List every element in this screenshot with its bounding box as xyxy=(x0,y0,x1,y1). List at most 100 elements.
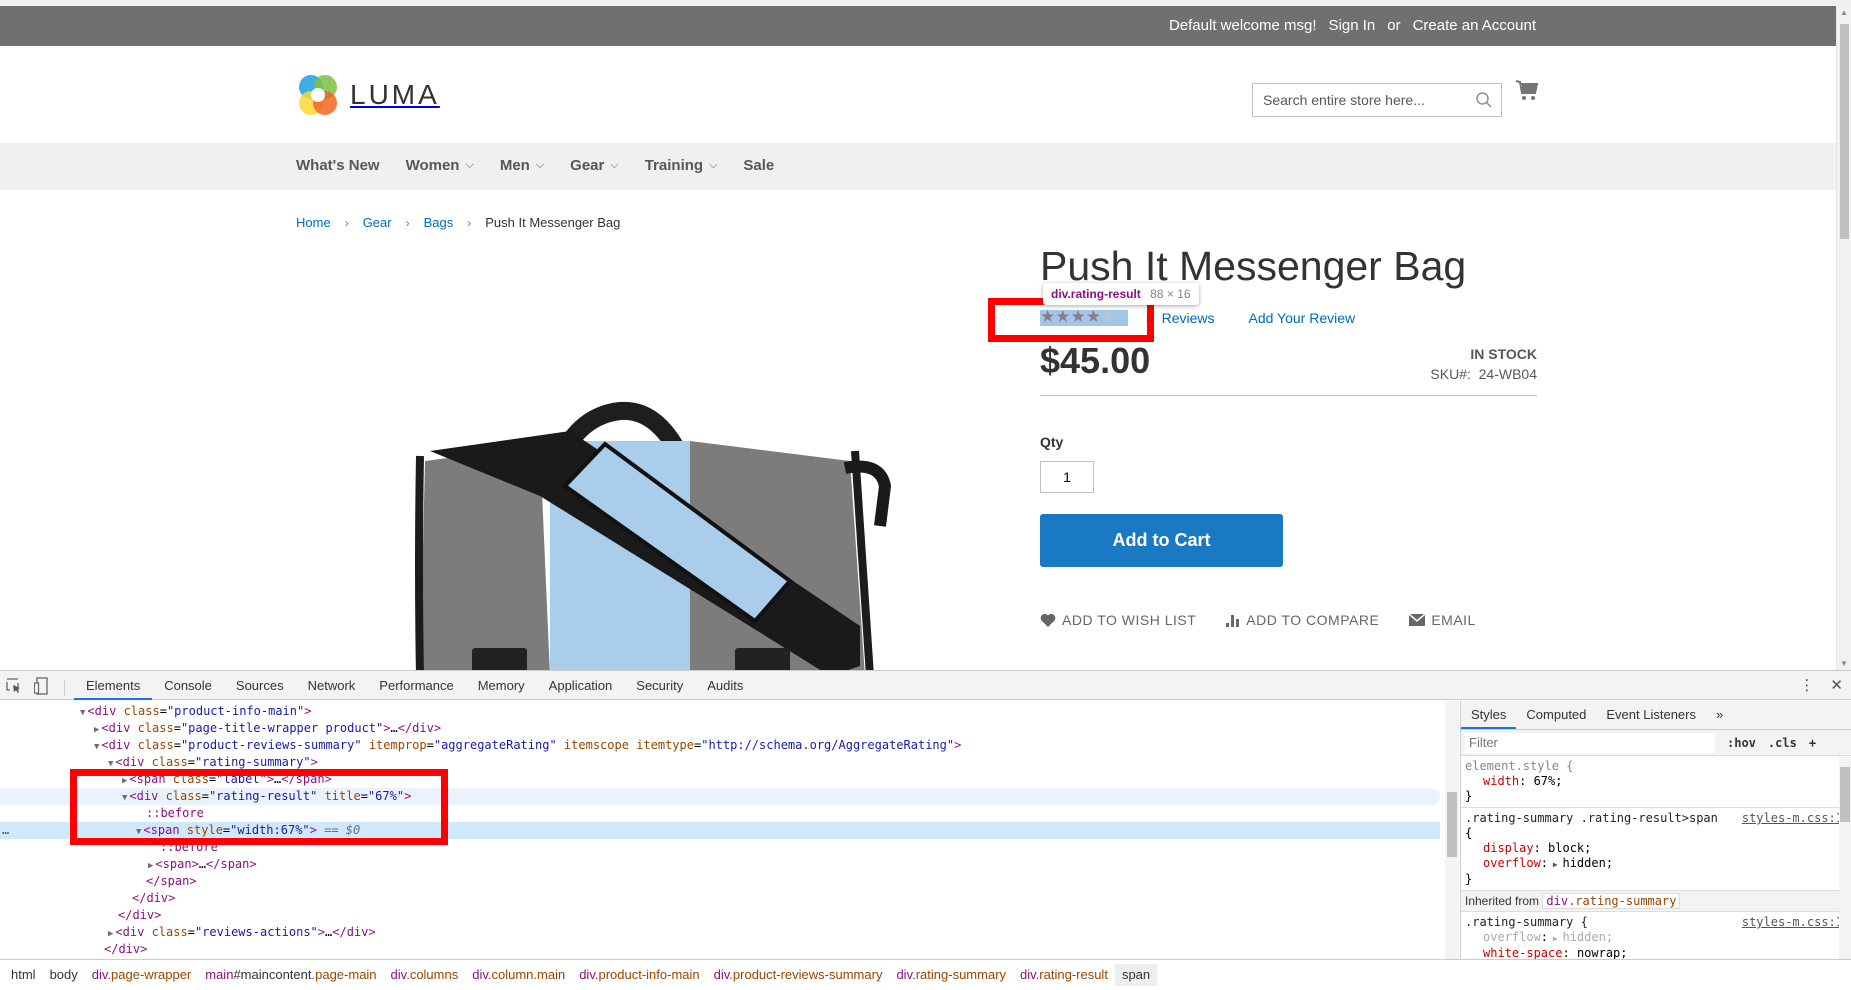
style-property[interactable]: width: 67%; xyxy=(1465,774,1847,789)
reviews-link[interactable]: 3 Reviews xyxy=(1146,310,1214,326)
styles-pane: StylesComputedEvent Listeners» :hov .cls… xyxy=(1460,701,1851,959)
dom-breadcrumb-item[interactable]: div.column.main xyxy=(465,964,572,986)
styles-tab-event-listeners[interactable]: Event Listeners xyxy=(1596,701,1706,729)
styles-scrollbar-thumb[interactable] xyxy=(1840,767,1850,822)
dom-node-reviews-actions[interactable]: ▶ <div class="reviews-actions">…</div> xyxy=(0,924,1440,941)
divider xyxy=(1040,395,1537,396)
elements-scrollbar-thumb[interactable] xyxy=(1447,792,1457,857)
dom-node-rating-result[interactable]: ▼ <div class="rating-result" title="67%"> xyxy=(0,788,1440,805)
breadcrumb-home[interactable]: Home xyxy=(296,215,331,230)
class-toggle[interactable]: .cls xyxy=(1768,736,1797,750)
site-header: LUMA xyxy=(0,46,1836,143)
dom-node-label-span[interactable]: ▶ <span class="label">…</span> xyxy=(0,771,1440,788)
search-icon[interactable] xyxy=(1475,91,1493,114)
search-input[interactable] xyxy=(1253,84,1463,116)
dom-node-inner-span[interactable]: ▶ <span>…</span> xyxy=(0,856,1440,873)
dom-node-close-span: </span> xyxy=(146,874,197,888)
dom-node-page-title-wrapper[interactable]: ▶ <div class="page-title-wrapper product"… xyxy=(0,720,1440,737)
devtools-tab-sources[interactable]: Sources xyxy=(224,671,296,700)
messenger-bag-image xyxy=(415,401,892,670)
inspect-element-icon[interactable] xyxy=(6,678,22,698)
page-scrollbar-thumb[interactable] xyxy=(1840,24,1849,239)
qty-input[interactable] xyxy=(1040,461,1094,493)
devtools-tab-performance[interactable]: Performance xyxy=(367,671,465,700)
add-to-cart-button[interactable]: Add to Cart xyxy=(1040,514,1283,567)
devtools-tab-application[interactable]: Application xyxy=(537,671,625,700)
close-devtools-icon[interactable]: ✕ xyxy=(1830,676,1843,694)
add-to-compare-link[interactable]: ADD TO COMPARE xyxy=(1226,612,1379,628)
dom-breadcrumb-item[interactable]: div.columns xyxy=(384,964,466,986)
nav-item-women[interactable]: Women ⌵ xyxy=(406,157,474,174)
product-image[interactable] xyxy=(390,236,930,670)
styles-filter-input[interactable] xyxy=(1465,732,1715,753)
reviews-actions: 3 Reviews Add Your Review xyxy=(1146,310,1355,326)
dom-node-product-info-main[interactable]: ▼ <div class="product-info-main"> xyxy=(0,703,1440,720)
more-tabs-icon[interactable]: » xyxy=(1706,701,1733,729)
dom-breadcrumb-item[interactable]: div.product-reviews-summary xyxy=(707,964,890,986)
stylesheet-link[interactable]: styles-m.css:1 xyxy=(1742,811,1843,826)
dom-breadcrumb-item[interactable]: div.rating-summary xyxy=(889,964,1013,986)
cart-icon[interactable] xyxy=(1515,79,1539,108)
inherited-node-link[interactable]: div.rating-summary xyxy=(1542,893,1681,909)
style-property-overridden[interactable]: overflow: ▶ hidden; xyxy=(1465,930,1847,946)
dom-node-selected-span[interactable]: … ▼ <span style="width:67%"> == $0 xyxy=(0,822,1440,839)
chevron-right-icon: › xyxy=(467,215,472,230)
devtools-tab-console[interactable]: Console xyxy=(152,671,224,700)
dom-breadcrumb-item[interactable]: html xyxy=(4,964,43,986)
nav-item-sale[interactable]: Sale xyxy=(743,157,774,174)
scroll-down-icon[interactable]: ▼ xyxy=(1840,659,1848,668)
devtools-tab-elements[interactable]: Elements xyxy=(74,671,153,700)
hover-state-toggle[interactable]: :hov xyxy=(1727,736,1756,750)
dom-node-before-pseudo[interactable]: ::before xyxy=(0,805,1440,822)
dom-breadcrumb-item[interactable]: div.page-wrapper xyxy=(85,964,198,986)
page-scrollbar[interactable]: ▲ ▼ xyxy=(1836,6,1851,670)
nav-item-gear[interactable]: Gear ⌵ xyxy=(570,157,619,174)
devtools-tab-audits[interactable]: Audits xyxy=(695,671,755,700)
style-property[interactable]: overflow: ▶ hidden; xyxy=(1465,856,1847,872)
dom-breadcrumb-item[interactable]: body xyxy=(43,964,85,986)
email-link[interactable]: EMAIL xyxy=(1409,612,1476,628)
devtools-tab-security[interactable]: Security xyxy=(624,671,695,700)
more-options-icon[interactable]: ⋮ xyxy=(1799,676,1814,694)
nav-item-men[interactable]: Men ⌵ xyxy=(500,157,544,174)
stylesheet-link[interactable]: styles-m.css:1 xyxy=(1742,915,1843,930)
devtools-tab-network[interactable]: Network xyxy=(296,671,368,700)
add-review-link[interactable]: Add Your Review xyxy=(1248,310,1355,326)
tooltip-selector: div.rating-result xyxy=(1051,287,1141,301)
style-property[interactable]: display: block; xyxy=(1465,841,1847,856)
heart-icon xyxy=(1040,613,1056,627)
dom-breadcrumb-item[interactable]: span xyxy=(1114,964,1158,986)
dom-breadcrumb-item[interactable]: div.rating-result xyxy=(1013,964,1115,986)
dom-node-close-div: </div> xyxy=(118,908,162,922)
dom-node-rating-summary[interactable]: ▼ <div class="rating-summary"> xyxy=(0,754,1440,771)
breadcrumb-gear[interactable]: Gear xyxy=(363,215,392,230)
devtools-tab-memory[interactable]: Memory xyxy=(466,671,537,700)
styles-tab-computed[interactable]: Computed xyxy=(1516,701,1596,729)
chevron-right-icon: › xyxy=(344,215,349,230)
nav-item-training[interactable]: Training ⌵ xyxy=(645,157,718,174)
luma-logo[interactable]: LUMA xyxy=(296,73,440,117)
product-price: $45.00 xyxy=(1040,340,1151,381)
create-account-link[interactable]: Create an Account xyxy=(1413,17,1536,34)
sign-in-link[interactable]: Sign In xyxy=(1329,17,1376,34)
star-rating-filled-icon: ★★★★★ xyxy=(1040,308,1099,326)
styles-tab-styles[interactable]: Styles xyxy=(1461,701,1517,729)
styles-scrollbar[interactable] xyxy=(1839,757,1851,959)
new-rule-button[interactable]: + xyxy=(1809,736,1816,750)
style-property[interactable]: white-space: nowrap; xyxy=(1465,946,1847,959)
stock-status: IN STOCK xyxy=(1470,346,1537,362)
device-toolbar-icon[interactable] xyxy=(33,677,48,699)
dom-node-span-before-pseudo[interactable]: ::before xyxy=(0,839,1440,856)
dom-breadcrumb-item[interactable]: div.product-info-main xyxy=(572,964,706,986)
devtools-toolbar: Elements Console Sources Network Performance… xyxy=(0,671,1851,700)
envelope-icon xyxy=(1409,614,1426,626)
dom-node-product-reviews-summary[interactable]: ▼ <div class="product-reviews-summary" it… xyxy=(0,737,1440,754)
breadcrumb-bags[interactable]: Bags xyxy=(424,215,454,230)
elements-scrollbar[interactable] xyxy=(1445,701,1459,959)
scroll-up-icon[interactable]: ▲ xyxy=(1840,8,1848,17)
nav-item-label: Women xyxy=(405,157,460,174)
more-dots: … xyxy=(2,823,10,837)
dom-breadcrumb-item[interactable]: main#maincontent.page-main xyxy=(198,964,383,986)
add-to-wishlist-link[interactable]: ADD TO WISH LIST xyxy=(1040,612,1196,628)
nav-item-what-s-new[interactable]: What's New xyxy=(296,157,380,174)
